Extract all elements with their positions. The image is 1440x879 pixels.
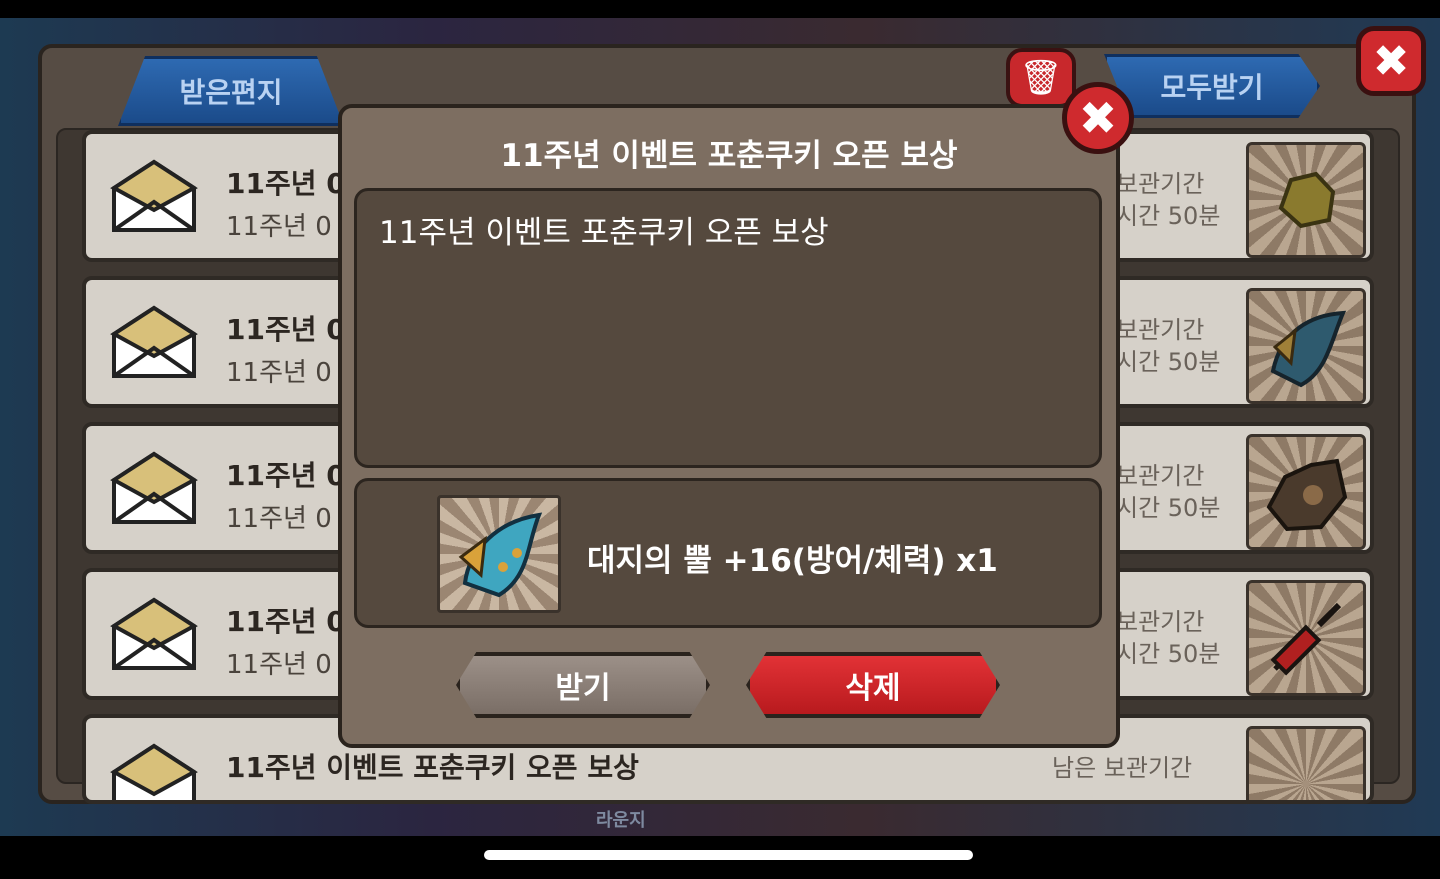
envelope-icon (110, 743, 198, 800)
reward-item-icon (437, 495, 561, 613)
reward-item-thumbnail (1246, 726, 1366, 800)
mail-keep-time: 보관기간 시간 50분 (1116, 462, 1221, 522)
home-indicator[interactable] (484, 850, 973, 860)
dialog-message-box: 11주년 이벤트 포춘쿠키 오픈 보상 (354, 188, 1102, 468)
mail-keep-time: 보관기간 시간 50분 (1116, 170, 1221, 230)
mail-subtitle: 11주년 0 (226, 358, 332, 388)
dialog-message: 11주년 이벤트 포춘쿠키 오픈 보상 (379, 215, 829, 251)
mail-keep-time: 남은 보관기간 (1052, 754, 1193, 782)
delete-button[interactable]: 삭제 (746, 652, 1000, 718)
envelope-icon (110, 305, 198, 378)
trash-icon[interactable]: 🗑 (1006, 48, 1076, 108)
mail-title: 11주년 이벤트 포춘쿠키 오픈 보상 (226, 751, 639, 784)
reward-item-thumbnail (1246, 288, 1366, 404)
dialog-reward-box: 대지의 뿔 +16(방어/체력) x1 (354, 478, 1102, 628)
close-icon[interactable]: ✖ (1062, 82, 1134, 154)
reward-item-name: 대지의 뿔 +16(방어/체력) x1 (587, 543, 998, 579)
envelope-icon (110, 597, 198, 670)
syringe-icon (1246, 580, 1366, 696)
envelope-icon (110, 451, 198, 524)
mail-subtitle: 11주년 0 (226, 212, 332, 242)
receive-button[interactable]: 받기 (456, 652, 710, 718)
mail-keep-time: 보관기간 시간 50분 (1116, 316, 1221, 376)
dialog-title: 11주년 이벤트 포춘쿠키 오픈 보상 (500, 138, 958, 174)
envelope-icon (110, 159, 198, 232)
mail-title: 11주년 0 (226, 605, 346, 638)
close-icon[interactable]: ✖ (1356, 26, 1426, 96)
mail-subtitle: 11주년 0 (226, 504, 332, 534)
mail-title: 11주년 0 (226, 459, 346, 492)
mail-keep-time: 보관기간 시간 50분 (1116, 608, 1221, 668)
mail-title: 11주년 0 (226, 313, 346, 346)
reward-item-thumbnail (1246, 142, 1366, 258)
receive-all-button[interactable]: 모두받기 (1104, 54, 1320, 118)
lobby-label: 라운지 (596, 810, 646, 831)
tab-received-mail[interactable]: 받은편지 (118, 56, 344, 126)
reward-item-thumbnail (1246, 434, 1366, 550)
mail-title: 11주년 0 (226, 167, 346, 200)
mail-subtitle: 11주년 0 (226, 650, 332, 680)
